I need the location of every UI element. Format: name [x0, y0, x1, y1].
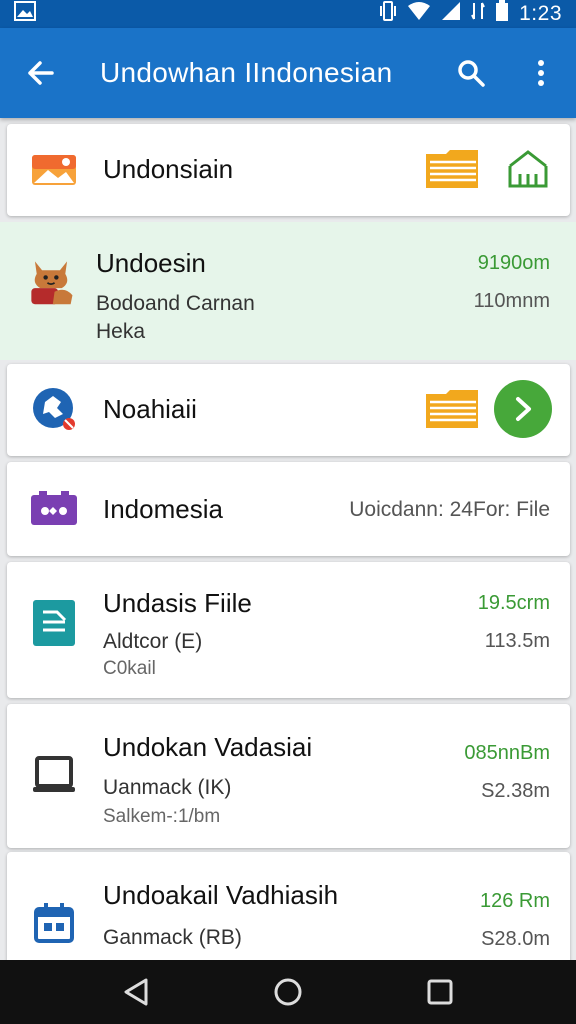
list-item-highlighted[interactable]: Undoesin Bodoand Carnan Heka 9190om 110m… — [0, 222, 576, 360]
folder-icon[interactable] — [424, 146, 480, 197]
item-meta-top: 9190om — [477, 252, 550, 274]
item-meta-bottom: 110mnm — [473, 290, 550, 312]
item-title: Undonsiain — [103, 154, 234, 184]
vibrate-icon — [379, 0, 397, 28]
more-options-button[interactable] — [506, 28, 576, 118]
image-notification-icon — [14, 1, 36, 27]
avatar — [26, 256, 76, 306]
nav-recents-button[interactable] — [410, 962, 470, 1022]
item-meta-bottom: S2.38m — [481, 780, 550, 802]
item-subtitle-2: Salkem-:1/bm — [103, 806, 221, 827]
page-title: Undowhan IIndonesian — [100, 57, 393, 88]
go-button[interactable] — [494, 380, 552, 438]
signal-icon — [441, 1, 461, 27]
item-subtitle-2: Heka — [96, 320, 146, 343]
item-title: Noahiaii — [103, 394, 197, 424]
folder-icon[interactable] — [424, 386, 480, 437]
list-item[interactable]: Undokan Vadasiai Uanmack (IK) Salkem-:1/… — [7, 704, 570, 848]
calendar-icon — [29, 898, 79, 948]
item-title: Undokan Vadasiai — [103, 732, 313, 762]
square-recents-icon — [427, 979, 453, 1005]
status-bar: 1:23 — [0, 0, 576, 28]
item-meta-bottom: S28.0m — [481, 928, 550, 950]
item-subtitle: Aldtcor (E) — [103, 630, 203, 653]
nav-home-button[interactable] — [258, 962, 318, 1022]
nav-back-button[interactable] — [106, 962, 166, 1022]
search-icon — [458, 60, 485, 87]
list-item[interactable]: Undoakail Vadhiasih Ganmack (RB) 126 Rm … — [7, 852, 570, 960]
search-button[interactable] — [436, 28, 506, 118]
list-item[interactable]: Undonsiain — [7, 124, 570, 216]
item-subtitle: Bodoand Carnan — [96, 292, 255, 315]
wifi-icon — [407, 1, 431, 27]
more-vert-icon — [538, 60, 544, 86]
item-title: Indomesia — [103, 494, 223, 524]
document-icon — [29, 598, 79, 648]
arrow-back-icon — [28, 61, 54, 85]
triangle-back-icon — [124, 978, 148, 1006]
battery-icon — [495, 0, 509, 28]
item-meta-top: 085nnBm — [464, 742, 550, 764]
chevron-right-icon — [516, 397, 531, 421]
content-list: Undonsiain Undoesin Bodoand Carnan Heka … — [0, 118, 576, 960]
status-time: 1:23 — [519, 2, 562, 25]
item-title: Undasis Fiile — [103, 588, 252, 618]
list-item[interactable]: Noahiaii — [7, 364, 570, 456]
item-subtitle: Uanmack (IK) — [103, 776, 232, 799]
data-icon — [471, 1, 486, 27]
laptop-icon — [29, 750, 79, 800]
image-icon — [29, 145, 79, 195]
list-item[interactable]: Undasis Fiile Aldtcor (E) C0kail 19.5crm… — [7, 562, 570, 698]
gamepad-icon — [29, 484, 79, 534]
item-meta-top: 19.5crm — [477, 592, 550, 614]
archive-icon[interactable] — [506, 148, 550, 195]
app-bar: Undowhan IIndonesian — [0, 28, 576, 118]
system-nav-bar — [0, 960, 576, 1024]
item-title: Undoesin — [96, 248, 206, 278]
item-meta: Uoicdann: 24For: File — [349, 498, 550, 521]
item-meta-bottom: 113.5m — [484, 630, 550, 652]
settings-puzzle-icon — [29, 384, 79, 434]
item-subtitle-2: C0kail — [103, 658, 156, 679]
list-item[interactable]: Indomesia Uoicdann: 24For: File — [7, 462, 570, 556]
item-title: Undoakail Vadhiasih — [103, 880, 339, 910]
circle-home-icon — [274, 978, 302, 1006]
item-meta-top: 126 Rm — [479, 890, 550, 912]
item-subtitle: Ganmack (RB) — [103, 926, 242, 949]
back-button[interactable] — [0, 28, 80, 118]
